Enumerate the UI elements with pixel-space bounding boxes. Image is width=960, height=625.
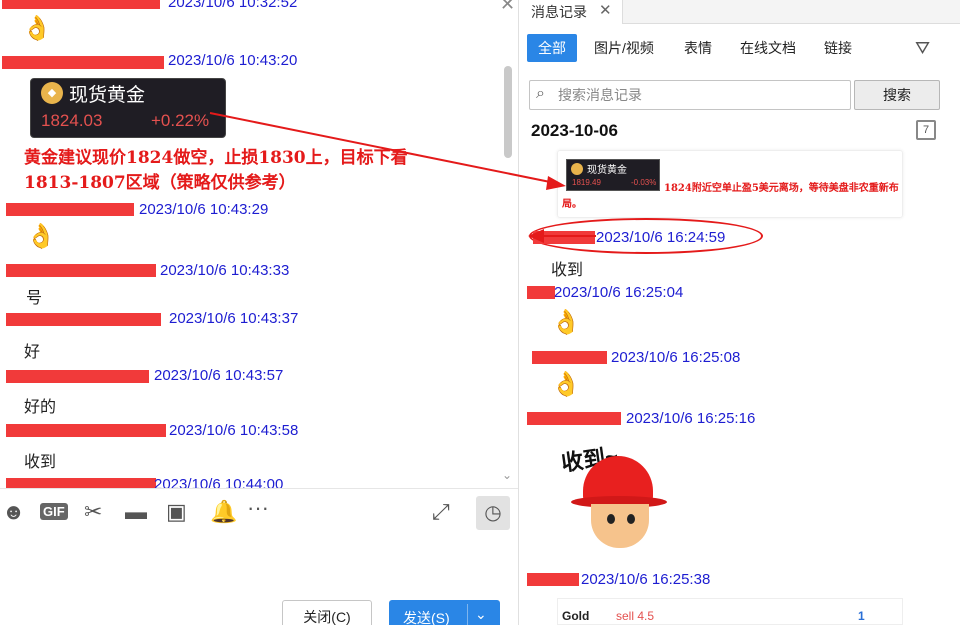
message-timestamp: 2023/10/6 16:24:59 (596, 229, 726, 246)
send-button[interactable]: 发送(S) ⌄ (389, 600, 500, 625)
folder-icon[interactable]: ▬ (125, 499, 147, 525)
close-button[interactable]: 关闭(C) (282, 600, 372, 625)
mini-gold-name: 现货黄金 (587, 165, 627, 176)
scroll-down-icon[interactable]: ⌄ (502, 468, 512, 482)
tab-label: 消息记录 (531, 4, 587, 20)
redacted-sender (6, 313, 161, 326)
gold-quote-name: 现货黄金 (69, 85, 146, 106)
chat-app: ✕ ⌄ 2023/10/6 10:32:52 👌 2023/10/6 10:43… (0, 0, 960, 625)
calendar-icon[interactable]: 7 (916, 120, 936, 140)
message-timestamp: 2023/10/6 10:32:52 (168, 0, 298, 11)
search-button[interactable]: 搜索 (854, 80, 940, 110)
sticker-eye (627, 514, 635, 524)
scrollbar[interactable] (504, 66, 512, 158)
message-timestamp: 2023/10/6 10:43:33 (160, 262, 290, 279)
ok-hand-emoji-icon: 👌 (22, 15, 52, 42)
message-timestamp: 2023/10/6 16:25:08 (611, 349, 741, 366)
gold-signal-price: 1 633.50 (858, 609, 895, 625)
image-message[interactable]: 现货黄金 1819.49 -0.03% 1824附近空单止盈5美元离场，等待美盘… (557, 150, 903, 218)
advice-line: 黄金建议现价1824做空，止损1830上，目标下看 (24, 148, 408, 168)
gif-icon[interactable]: GIF (40, 503, 68, 520)
message-timestamp: 2023/10/6 10:43:58 (169, 422, 299, 439)
sticker-face (591, 504, 649, 548)
redacted-sender (6, 424, 166, 437)
image-icon[interactable]: ▣ (166, 499, 187, 525)
search-field[interactable]: ⌕ (529, 80, 851, 110)
close-icon[interactable]: ✕ (599, 1, 612, 19)
redacted-sender (2, 0, 160, 9)
gold-coin-icon: ◆ (41, 82, 63, 104)
ok-hand-emoji-icon: 👌 (551, 309, 581, 336)
expand-icon[interactable]: ⤢ (432, 499, 450, 525)
more-icon[interactable]: ··· (247, 495, 269, 521)
sticker-eye (607, 514, 615, 524)
gold-quote-price: 1824.03 (41, 111, 103, 130)
filter-online-docs[interactable]: 在线文档 (729, 34, 807, 62)
close-icon[interactable]: ✕ (500, 0, 515, 15)
message-timestamp: 2023/10/6 16:25:38 (581, 571, 711, 588)
message-list[interactable]: ✕ ⌄ 2023/10/6 10:32:52 👌 2023/10/6 10:43… (0, 0, 518, 488)
ok-hand-emoji-icon: 👌 (551, 371, 581, 398)
advice-line: 1813-1807区域（策略仅供参考） (24, 173, 296, 193)
redacted-sender (6, 203, 134, 216)
gold-quote-card[interactable]: ◆ 现货黄金 1824.03 +0.22% (30, 78, 226, 138)
redacted-sender (2, 56, 164, 69)
message-timestamp: 2023/10/6 10:43:37 (169, 310, 299, 327)
redacted-sender (6, 264, 156, 277)
message-timestamp: 2023/10/6 10:43:20 (168, 52, 298, 69)
message-text: 收到 (551, 262, 584, 279)
search-input[interactable] (558, 85, 846, 105)
bell-icon[interactable]: 🔔 (210, 499, 237, 525)
filter-media[interactable]: 图片/视频 (583, 34, 665, 62)
received-sticker[interactable]: 收到~ (557, 438, 681, 556)
redacted-sender (532, 351, 607, 364)
chevron-down-icon[interactable]: ⌄ (475, 606, 487, 623)
scissors-icon[interactable]: ✂ (84, 499, 102, 525)
history-clock-icon[interactable]: ◷ (476, 496, 510, 530)
gold-signal: sell 4.5 (616, 609, 655, 623)
message-timestamp: 2023/10/6 16:25:16 (626, 410, 756, 427)
search-icon: ⌕ (536, 85, 545, 102)
redacted-sender (527, 573, 579, 586)
gold-coin-icon (571, 163, 583, 175)
trade-advice-annotation: 黄金建议现价1824做空，止损1830上，目标下看 1813-1807区域（策略… (24, 146, 494, 196)
gold-signal-image[interactable]: Gold sell 4.5 1 633.50 (557, 598, 903, 625)
gold-symbol: Gold (562, 609, 590, 623)
input-toolbar: ☻ GIF ✂ ▬ ▣ 🔔 ··· ⤢ ◷ (0, 488, 518, 534)
chat-pane: ✕ ⌄ 2023/10/6 10:32:52 👌 2023/10/6 10:43… (0, 0, 518, 625)
message-text: 号 (26, 290, 43, 307)
gold-quote-change: +0.22% (151, 111, 210, 130)
image-caption: 1824附近空单止盈5美元离场，等待美盘非农重新布局。 (562, 183, 899, 210)
panel-tab-bar: 消息记录 ✕ (519, 0, 960, 24)
message-timestamp: 2023/10/6 10:44:00 (154, 476, 284, 488)
filter-stickers[interactable]: 表情 (673, 34, 723, 62)
redacted-sender (6, 370, 149, 383)
send-separator (467, 604, 468, 625)
date-header: 2023-10-06 (531, 121, 618, 140)
redacted-sender (533, 231, 595, 244)
filter-links[interactable]: 链接 (813, 34, 863, 62)
filter-funnel-icon[interactable]: ⛛ (915, 38, 930, 59)
message-timestamp: 2023/10/6 16:25:04 (554, 284, 684, 301)
redacted-sender (527, 412, 621, 425)
message-text: 好 (24, 344, 41, 361)
filter-all[interactable]: 全部 (527, 34, 577, 62)
redacted-sender (6, 478, 156, 488)
redacted-sender (527, 286, 555, 299)
message-text: 收到 (24, 454, 57, 471)
history-panel: 消息记录 ✕ 全部 图片/视频 表情 在线文档 链接 ⛛ ⌕ 搜索 2023-1… (518, 0, 960, 625)
tab-message-history[interactable]: 消息记录 ✕ (519, 0, 623, 24)
message-timestamp: 2023/10/6 10:43:29 (139, 201, 269, 218)
ok-hand-emoji-icon: 👌 (26, 223, 56, 250)
send-button-label: 发送(S) (403, 610, 450, 625)
message-text: 好的 (24, 399, 57, 416)
message-timestamp: 2023/10/6 10:43:57 (154, 367, 284, 384)
emoji-icon[interactable]: ☻ (2, 499, 25, 525)
